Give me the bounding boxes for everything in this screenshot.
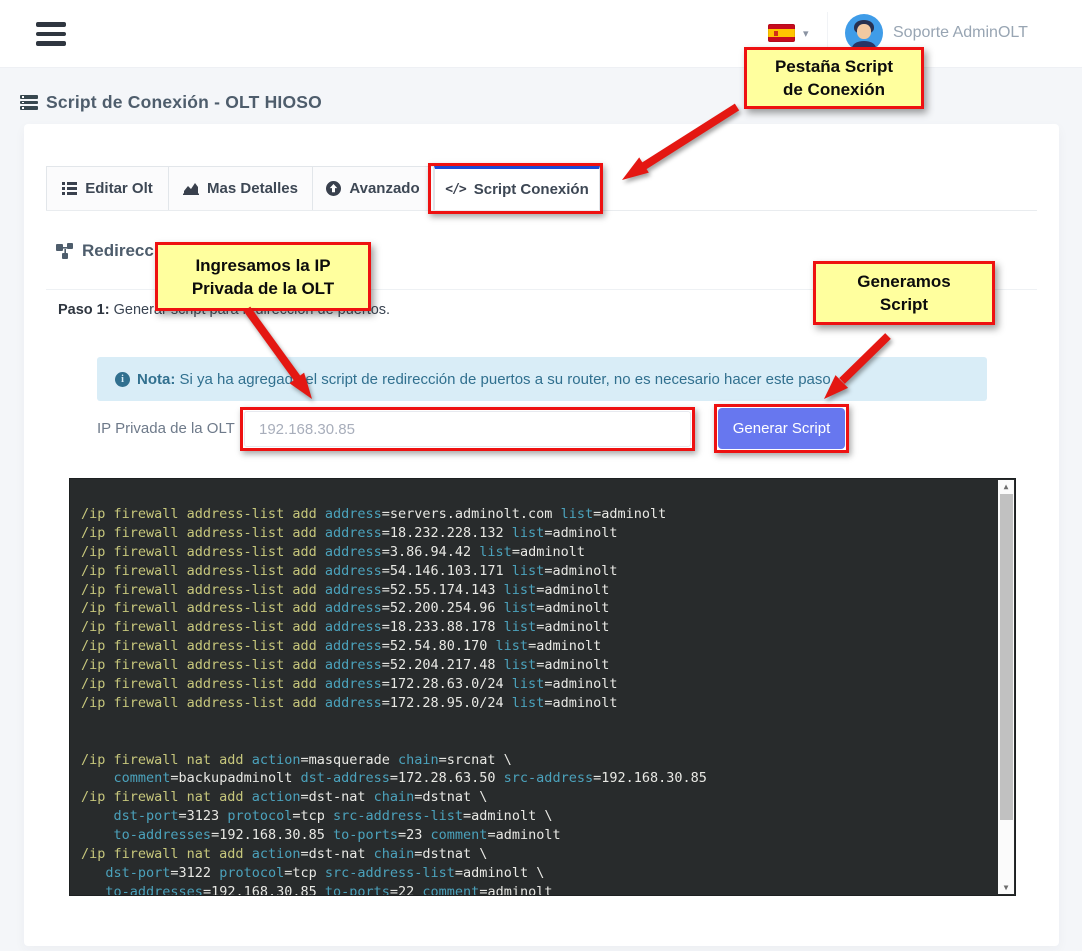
tab-script-conexion[interactable]: </> Script Conexión xyxy=(434,166,600,210)
code-icon: </> xyxy=(445,182,465,197)
list-icon xyxy=(62,182,77,195)
tab-mas-detalles[interactable]: Mas Detalles xyxy=(168,166,312,210)
page-title-text: Script de Conexión - OLT HIOSO xyxy=(46,92,322,113)
spain-flag-icon xyxy=(768,24,795,42)
code-line: dst-port=3122 protocol=tcp src-address-l… xyxy=(81,864,991,883)
user-name[interactable]: Soporte AdminOLT xyxy=(893,24,1028,42)
scroll-up-icon[interactable]: ▲ xyxy=(998,480,1014,493)
code-line: to-addresses=192.168.30.85 to-ports=23 c… xyxy=(81,826,991,845)
tab-avanzado[interactable]: Avanzado xyxy=(312,166,434,210)
code-line: /ip firewall address-list add address=52… xyxy=(81,581,991,600)
server-icon xyxy=(20,95,38,110)
annotation-callout-tab: Pestaña Script de Conexión xyxy=(744,47,924,109)
annotation-callout-generate: Generamos Script xyxy=(813,261,995,325)
tab-label: Mas Detalles xyxy=(207,180,298,197)
code-line: /ip firewall address-list add address=52… xyxy=(81,656,991,675)
code-line: /ip firewall address-list add address=54… xyxy=(81,562,991,581)
code-line: /ip firewall address-list add address=18… xyxy=(81,618,991,637)
tab-label: Script Conexión xyxy=(474,181,589,198)
code-line: /ip firewall nat add action=masquerade c… xyxy=(81,751,991,770)
scroll-down-icon[interactable]: ▼ xyxy=(998,881,1014,894)
tabs-underline xyxy=(46,210,1037,211)
step-label: Paso 1: xyxy=(58,302,110,318)
scrollbar-thumb[interactable] xyxy=(1000,494,1013,820)
hamburger-menu-icon[interactable] xyxy=(36,22,66,46)
code-line: dst-port=3123 protocol=tcp src-address-l… xyxy=(81,807,991,826)
note-text: Si ya ha agregado el script de redirecci… xyxy=(175,371,835,388)
code-line: /ip firewall address-list add address=18… xyxy=(81,524,991,543)
page-title: Script de Conexión - OLT HIOSO xyxy=(20,92,322,113)
chart-area-icon xyxy=(183,182,199,195)
code-line: /ip firewall address-list add address=52… xyxy=(81,599,991,618)
note-label: Nota: xyxy=(137,371,175,388)
section-heading: Redirecc xyxy=(56,241,154,261)
ip-input[interactable] xyxy=(244,411,691,447)
tab-label: Editar Olt xyxy=(85,180,153,197)
code-line xyxy=(81,732,991,751)
code-line: /ip firewall address-list add address=52… xyxy=(81,637,991,656)
note-alert: i Nota: Si ya ha agregado el script de r… xyxy=(97,357,987,401)
code-block[interactable]: /ip firewall address-list add address=se… xyxy=(69,478,1016,896)
code-line: /ip firewall nat add action=dst-nat chai… xyxy=(81,845,991,864)
chevron-down-icon: ▾ xyxy=(803,27,809,40)
annotation-callout-ip: Ingresamos la IP Privada de la OLT xyxy=(155,242,371,311)
code-line: comment=backupadminolt dst-address=172.2… xyxy=(81,769,991,788)
code-scrollbar[interactable]: ▲ ▼ xyxy=(998,480,1014,894)
code-line: to-addresses=192.168.30.85 to-ports=22 c… xyxy=(81,883,991,896)
code-lines: /ip firewall address-list add address=se… xyxy=(81,505,991,896)
generate-script-button[interactable]: Generar Script xyxy=(718,408,845,449)
code-line: /ip firewall address-list add address=17… xyxy=(81,675,991,694)
sitemap-icon xyxy=(56,243,73,259)
code-line: /ip firewall address-list add address=se… xyxy=(81,505,991,524)
tab-editar-olt[interactable]: Editar Olt xyxy=(46,166,168,210)
code-line: /ip firewall address-list add address=17… xyxy=(81,694,991,713)
ip-field-label: IP Privada de la OLT xyxy=(97,420,235,437)
tab-label: Avanzado xyxy=(349,180,419,197)
language-dropdown[interactable]: ▾ xyxy=(768,24,809,42)
section-heading-text: Redirecc xyxy=(82,241,154,261)
arrow-up-circle-icon xyxy=(326,181,341,196)
info-icon: i xyxy=(115,372,130,387)
code-line: /ip firewall nat add action=dst-nat chai… xyxy=(81,788,991,807)
code-line: /ip firewall address-list add address=3.… xyxy=(81,543,991,562)
code-line xyxy=(81,713,991,732)
